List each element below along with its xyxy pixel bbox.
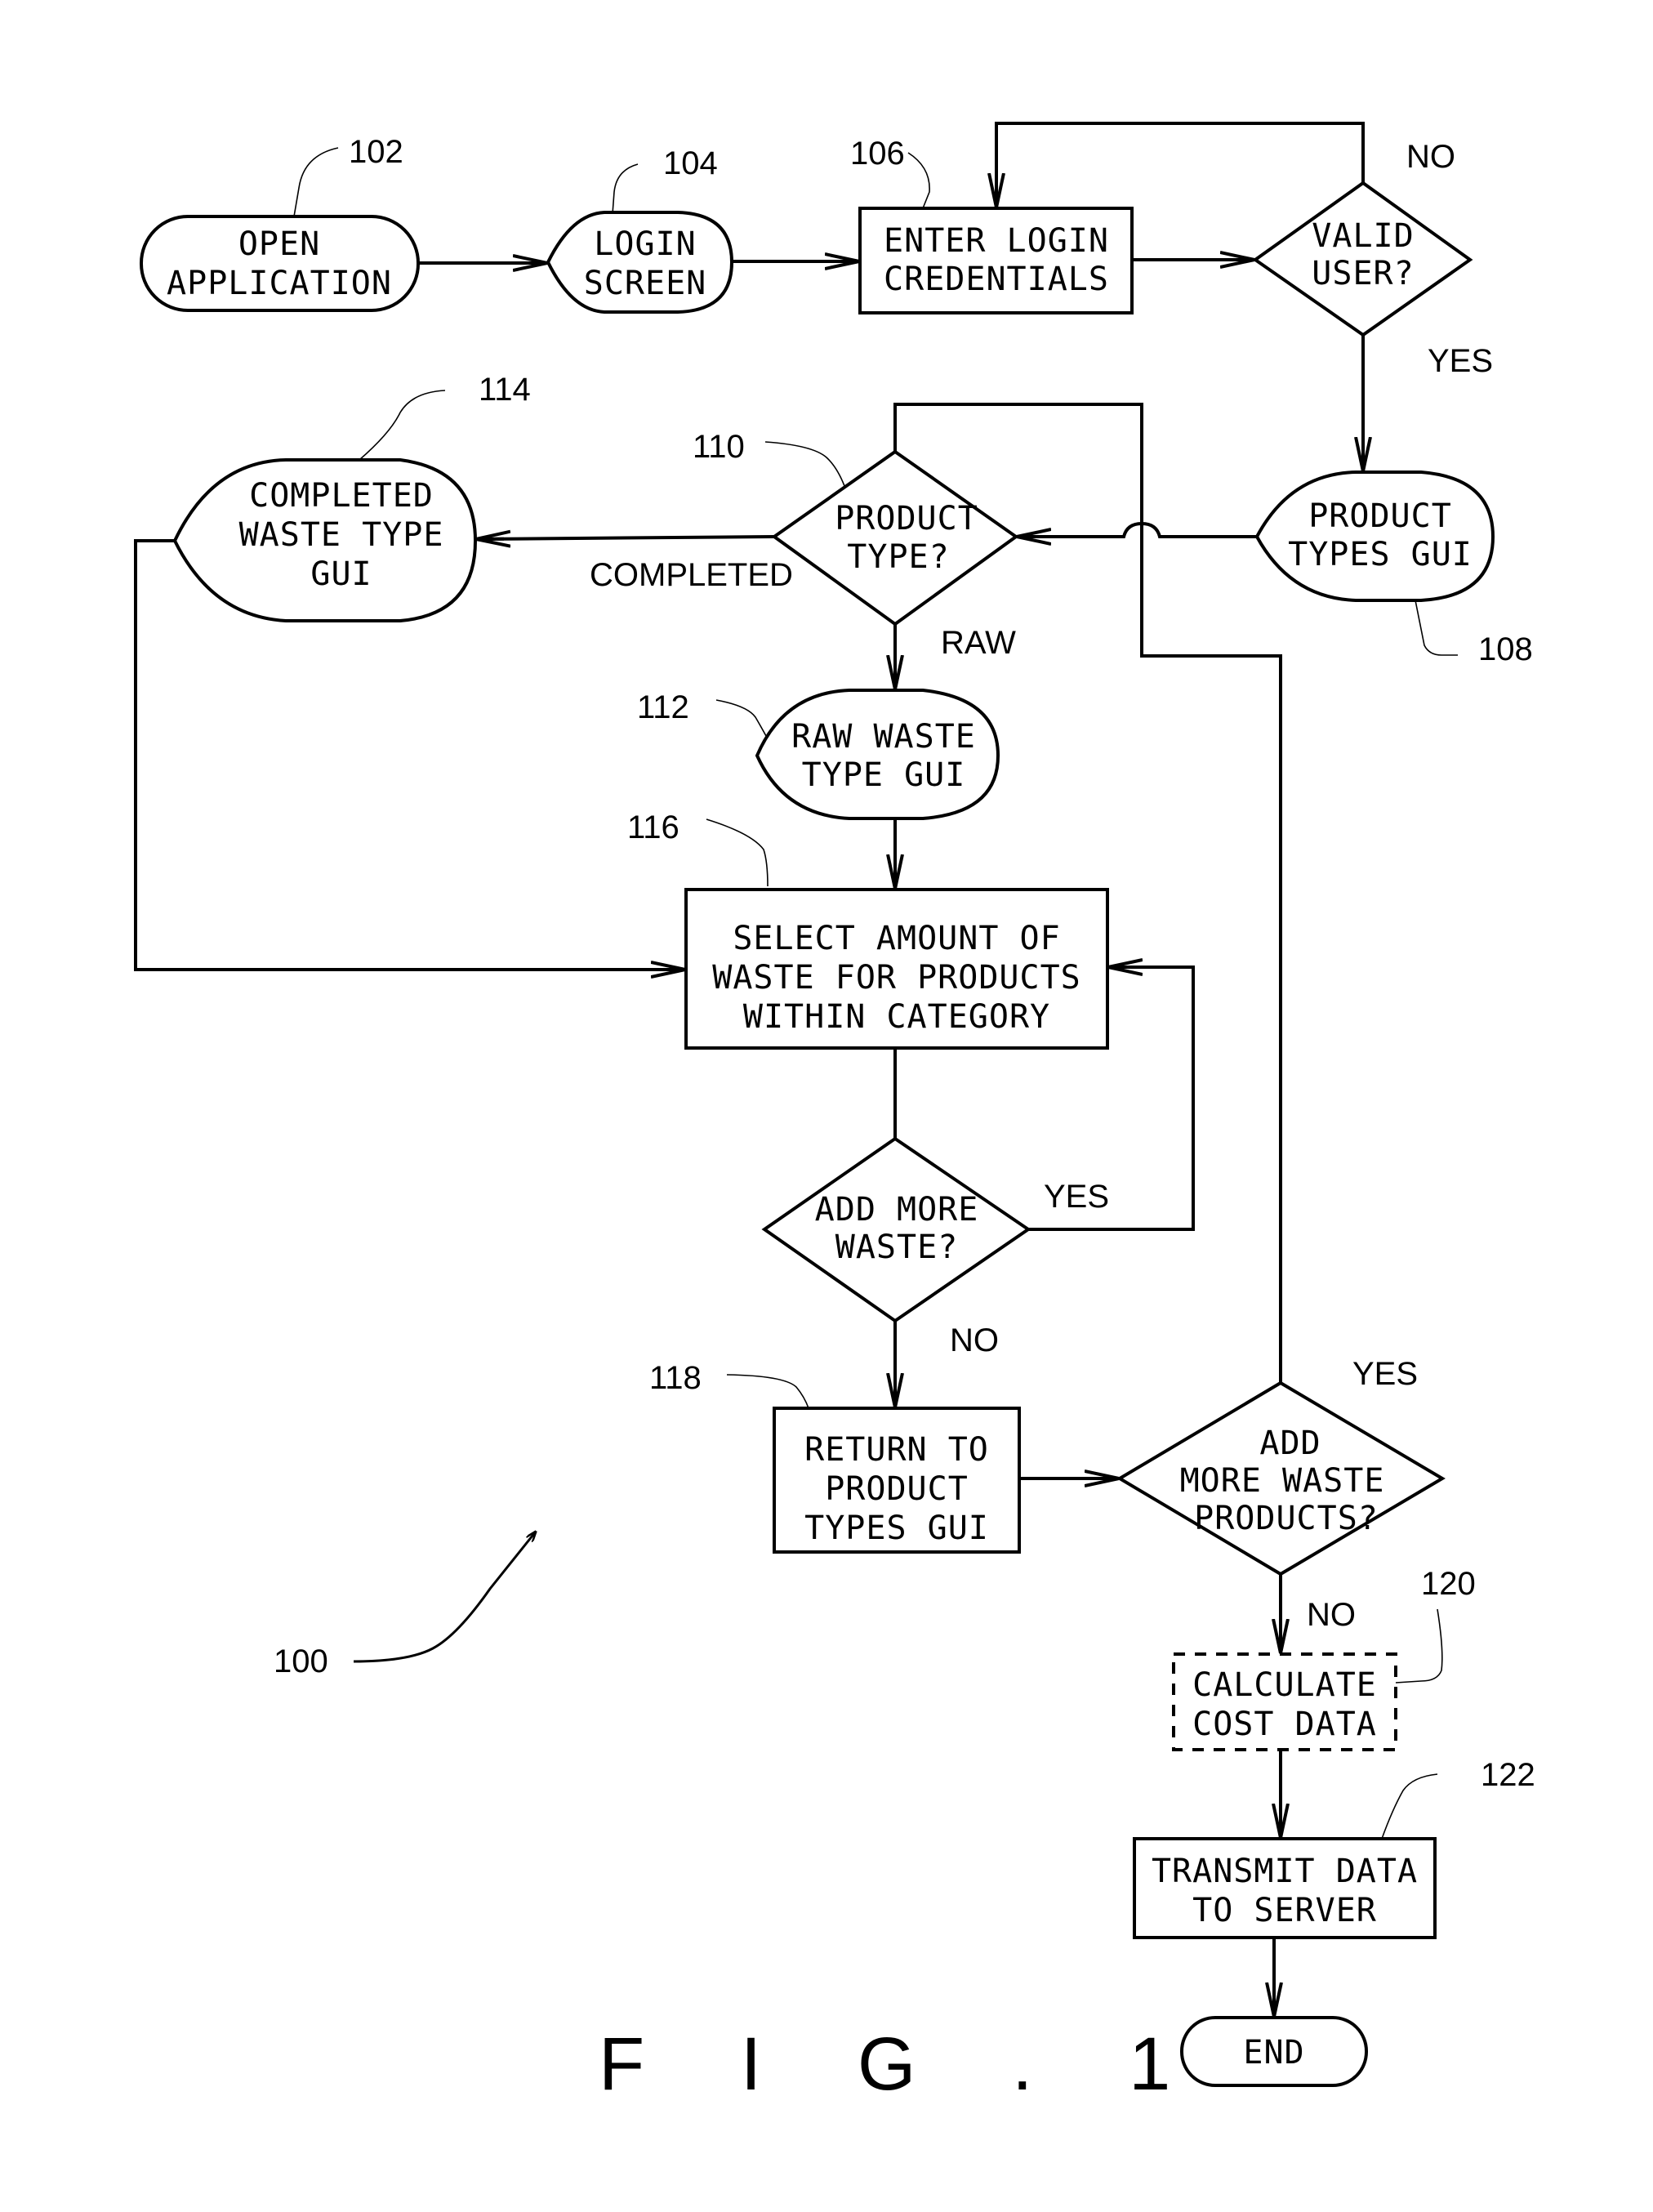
figure-pointer-arrow <box>353 1532 536 1663</box>
node-add-more-waste: ADD MORE WASTE? <box>761 1136 1031 1323</box>
node-return-to-product: RETURN TO PRODUCT TYPES GUI <box>773 1407 1021 1554</box>
branch-label-valid-no: NO <box>1406 139 1455 175</box>
node-transmit-data: TRANSMIT DATA TO SERVER <box>1133 1837 1437 1939</box>
branch-label-completed: COMPLETED <box>590 557 793 593</box>
ref-122: 122 <box>1481 1757 1535 1793</box>
leader-108 <box>1415 600 1458 656</box>
ref-102: 102 <box>349 134 403 170</box>
node-label: ENTER LOGIN <box>884 222 1109 260</box>
node-label: PRODUCT <box>835 500 978 537</box>
node-label: TYPE GUI <box>802 756 966 794</box>
node-label: RAW WASTE <box>791 718 976 756</box>
leader-110 <box>764 441 845 487</box>
edge-type-completed <box>476 537 775 539</box>
node-label: TYPE? <box>847 538 949 576</box>
node-label: TYPES GUI <box>804 1510 989 1547</box>
ref-110: 110 <box>693 429 745 465</box>
node-label: COMPLETED <box>249 477 434 515</box>
node-label: RETURN TO <box>804 1431 989 1469</box>
leader-112 <box>715 699 767 737</box>
node-label: PRODUCTS? <box>1194 1500 1379 1537</box>
node-completed-waste-gui: COMPLETED WASTE TYPE GUI <box>172 458 478 622</box>
node-label: GUI <box>310 555 372 593</box>
branch-label-valid-yes: YES <box>1428 343 1493 379</box>
node-label: WASTE? <box>835 1229 959 1266</box>
leader-116 <box>706 818 769 887</box>
ref-100: 100 <box>274 1643 328 1679</box>
branch-label-more-products-yes: YES <box>1352 1356 1418 1392</box>
node-label: APPLICATION <box>167 265 392 302</box>
node-label: WASTE FOR PRODUCTS <box>712 959 1080 997</box>
leader-118 <box>726 1374 809 1409</box>
node-label: END <box>1243 2034 1304 2072</box>
leader-120 <box>1395 1608 1443 1684</box>
ref-104: 104 <box>663 145 718 181</box>
node-label: WASTE TYPE <box>239 516 444 554</box>
edge-valid-no-loop <box>996 122 1365 207</box>
node-label: COST DATA <box>1192 1706 1377 1743</box>
node-label: SELECT AMOUNT OF <box>733 920 1060 957</box>
ref-118: 118 <box>649 1360 702 1396</box>
leader-114 <box>359 390 446 461</box>
node-open-application: OPEN APPLICATION <box>140 215 420 312</box>
leader-106 <box>907 152 930 209</box>
node-label: MORE WASTE <box>1180 1462 1385 1500</box>
node-login-screen: LOGIN SCREEN <box>546 211 734 314</box>
node-label: WITHIN CATEGORY <box>743 998 1050 1036</box>
edge-product-gui-to-type <box>1017 521 1257 537</box>
node-label: OPEN <box>238 225 320 263</box>
ref-116: 116 <box>627 809 679 845</box>
node-add-more-products: ADD MORE WASTE PRODUCTS? <box>1116 1380 1446 1576</box>
node-valid-user: VALID USER? <box>1252 181 1473 337</box>
flowchart: OPEN APPLICATION LOGIN SCREEN ENTER LOGI… <box>134 122 1535 2106</box>
leader-122 <box>1381 1773 1438 1840</box>
node-select-amount: SELECT AMOUNT OF WASTE FOR PRODUCTS WITH… <box>684 888 1109 1050</box>
branch-label-raw: RAW <box>941 625 1016 661</box>
node-enter-login: ENTER LOGIN CREDENTIALS <box>858 207 1134 314</box>
node-label: VALID <box>1312 217 1414 255</box>
node-label: PRODUCT <box>1308 497 1452 535</box>
ref-120: 120 <box>1421 1566 1476 1602</box>
node-label: TO SERVER <box>1192 1892 1377 1929</box>
node-end: END <box>1180 2016 1368 2087</box>
leader-104 <box>612 163 639 215</box>
branch-label-more-waste-yes: YES <box>1044 1179 1109 1215</box>
node-raw-waste-gui: RAW WASTE TYPE GUI <box>755 689 1000 820</box>
node-label: LOGIN <box>594 225 696 263</box>
node-label: CALCULATE <box>1192 1666 1377 1704</box>
node-label: ADD <box>1259 1425 1321 1462</box>
node-calculate-cost: CALCULATE COST DATA <box>1172 1652 1397 1751</box>
ref-106: 106 <box>850 136 905 172</box>
leader-102 <box>293 147 339 217</box>
branch-labels: NO YES COMPLETED RAW YES NO YES NO <box>590 139 1493 1633</box>
node-label: TYPES GUI <box>1288 536 1473 573</box>
node-label: ADD MORE <box>815 1191 979 1229</box>
figure-caption: F I G . 1 <box>599 2022 1208 2106</box>
ref-114: 114 <box>479 372 531 408</box>
node-label: SCREEN <box>584 265 707 302</box>
ref-112: 112 <box>637 689 689 725</box>
branch-label-more-waste-no: NO <box>950 1322 999 1358</box>
node-label: CREDENTIALS <box>884 261 1109 298</box>
node-label: USER? <box>1312 255 1414 292</box>
node-product-type: PRODUCT TYPE? <box>771 449 1019 627</box>
ref-108: 108 <box>1478 631 1533 667</box>
node-product-types-gui: PRODUCT TYPES GUI <box>1254 470 1495 602</box>
node-label: PRODUCT <box>825 1470 969 1508</box>
node-label: TRANSMIT DATA <box>1152 1853 1418 1890</box>
branch-label-more-products-no: NO <box>1307 1597 1356 1633</box>
